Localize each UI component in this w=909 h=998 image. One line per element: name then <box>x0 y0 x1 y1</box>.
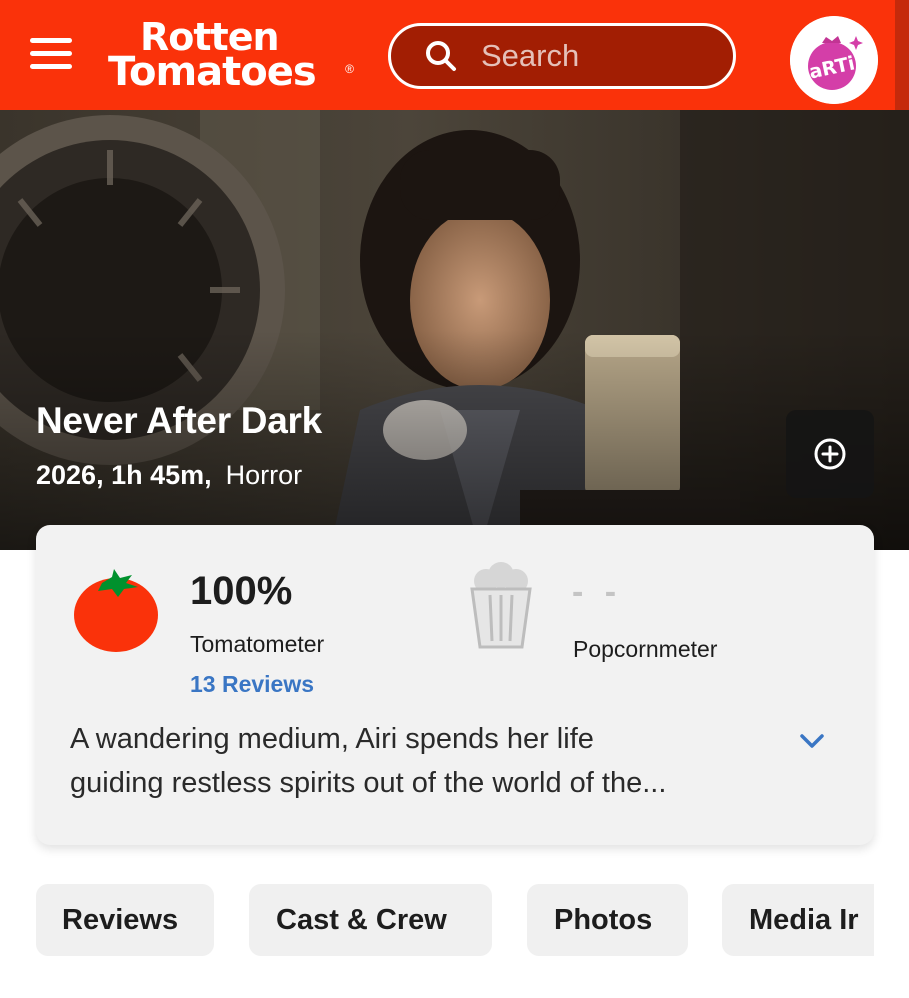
synopsis-text: A wandering medium, Airi spends her life… <box>70 717 750 805</box>
movie-title: Never After Dark <box>36 400 322 441</box>
popcornmeter-label: Popcornmeter <box>573 636 718 662</box>
user-avatar[interactable]: aRTi <box>790 16 878 104</box>
tab-media-info[interactable]: Media Ir <box>722 884 874 956</box>
rotten-tomatoes-logo[interactable]: Rotten Tomatoes ® <box>108 18 358 94</box>
reviews-count-link[interactable]: 13 Reviews <box>190 671 314 698</box>
search-icon <box>426 41 456 71</box>
tab-reviews[interactable]: Reviews <box>36 884 214 956</box>
score-card: 100% Tomatometer 13 Reviews - - Popcornm… <box>36 525 874 845</box>
synopsis-line-2: guiding restless spirits out of the worl… <box>70 767 667 799</box>
section-tabs: Reviews Cast & Crew Photos Media Ir <box>36 884 874 956</box>
tab-photos[interactable]: Photos <box>527 884 688 956</box>
genre: Horror <box>225 460 303 490</box>
hamburger-icon[interactable] <box>30 38 72 74</box>
chevron-down-icon[interactable] <box>798 729 826 753</box>
popcornmeter-score: - - <box>572 573 623 611</box>
synopsis-line-1: A wandering medium, Airi spends her life <box>70 723 594 755</box>
year-runtime: 2026, 1h 45m, <box>36 460 212 490</box>
fresh-tomato-icon <box>74 569 158 652</box>
hero-still-image: Never After Dark 2026, 1h 45m, Horror <box>0 110 909 550</box>
add-circle-icon <box>814 438 846 470</box>
search-placeholder: Search <box>481 38 580 73</box>
tab-cast-crew[interactable]: Cast & Crew <box>249 884 492 956</box>
search-bar[interactable]: Search <box>388 23 736 89</box>
add-to-watchlist-button[interactable] <box>786 410 874 498</box>
movie-meta: 2026, 1h 45m, Horror <box>36 460 302 491</box>
header-edge <box>895 0 909 110</box>
tomatometer-score: 100% <box>190 569 293 613</box>
empty-popcorn-icon <box>470 562 532 649</box>
tomatometer-label: Tomatometer <box>190 631 325 657</box>
top-nav-bar: Rotten Tomatoes ® Search aRTi <box>0 0 909 110</box>
